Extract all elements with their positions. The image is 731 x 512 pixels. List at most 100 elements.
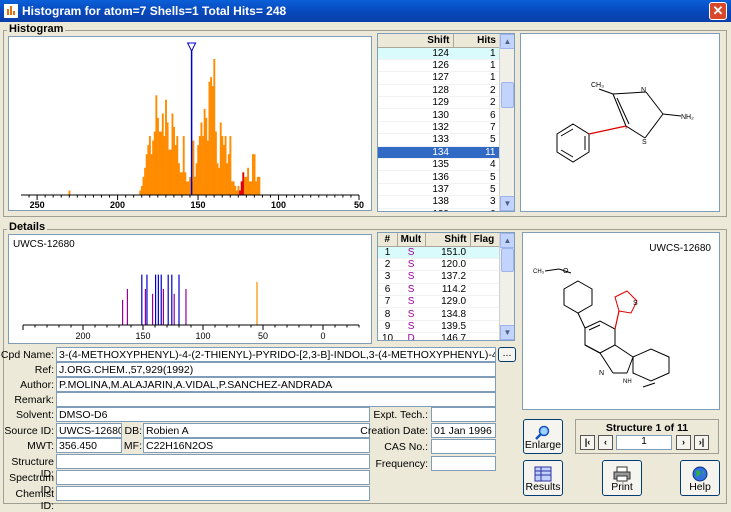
table-row[interactable]: 9 S 139.5 [378, 320, 500, 334]
flag-cell [470, 246, 500, 259]
frequency-field[interactable] [431, 456, 496, 471]
table-row[interactable]: 135 4 [378, 158, 500, 172]
table-row[interactable]: 1 S 151.0 [378, 246, 500, 259]
results-grid-icon [534, 466, 552, 482]
expt-tech-field[interactable] [431, 407, 496, 422]
solvent-field[interactable]: DMSO-D6 [56, 407, 370, 422]
mf-label: MF: [123, 440, 142, 452]
table-row[interactable]: 136 5 [378, 170, 500, 184]
help-button[interactable]: Help [680, 460, 720, 496]
num-cell: 3 [378, 270, 398, 284]
shift-table-scrollbar[interactable]: ▲ ▼ [499, 34, 514, 211]
scroll-thumb[interactable] [501, 82, 514, 108]
close-button[interactable]: ✕ [709, 2, 727, 20]
cas-field[interactable] [431, 439, 496, 454]
table-row[interactable]: 2 S 120.0 [378, 258, 500, 272]
cpd-name-label: Cpd Name: [0, 349, 54, 361]
cpd-name-field[interactable]: 3-(4-METHOXYPHENYL)-4-(2-THIENYL)-PYRIDO… [56, 347, 496, 362]
table-row[interactable]: 127 1 [378, 71, 500, 85]
pyridoindole-structure-drawing: CH₃ O S N NH [533, 268, 670, 388]
creation-date-field[interactable]: 01 Jan 1996 [431, 423, 496, 438]
details-table[interactable]: # Mult Shift Flag 1 S 151.0 2 S 120.0 3 S 137.2 6… [377, 232, 515, 341]
table-row[interactable]: 124 1 [378, 47, 500, 60]
table-row[interactable]: 3 S 137.2 [378, 270, 500, 284]
frequency-label: Frequency: [375, 458, 428, 470]
table-row[interactable]: 7 S 129.0 [378, 295, 500, 309]
results-button[interactable]: Results [523, 460, 563, 496]
table-row[interactable]: 10 D 146.7 [378, 332, 500, 340]
print-button[interactable]: Print [602, 460, 642, 496]
source-id-field[interactable]: UWCS-12680 [56, 423, 122, 438]
ref-field[interactable]: J.ORG.CHEM.,57,929(1992) [56, 362, 496, 377]
detail-spectrum[interactable]: UWCS-12680 200 150 100 50 0 [8, 234, 372, 344]
table-row[interactable]: 8 S 134.8 [378, 307, 500, 321]
print-label: Print [611, 481, 633, 493]
structure-index-input[interactable]: 1 [616, 435, 672, 450]
shift-hits-table[interactable]: Shift Hits 124 1 126 1 127 1 128 2 129 2 130 6 132 7 1… [377, 33, 515, 212]
first-structure-button[interactable]: |‹ [580, 435, 595, 450]
shift-cell: 129 [378, 96, 453, 110]
detail-structure-panel: UWCS-12680 CH₃ O S N NH [522, 232, 720, 410]
table-row[interactable]: 137 5 [378, 183, 500, 197]
histogram-bar [68, 190, 71, 195]
prev-structure-button[interactable]: ‹ [598, 435, 613, 450]
shift-cell: 146.7 [425, 332, 471, 340]
table-row[interactable]: 130 6 [378, 108, 500, 122]
table-row[interactable]: 128 2 [378, 84, 500, 98]
shift-cell: 128 [378, 84, 453, 98]
histogram-label: Histogram [7, 23, 66, 35]
mwt-field[interactable]: 356.450 [56, 438, 122, 453]
cursor-marker-icon[interactable] [186, 42, 197, 53]
author-field[interactable]: P.MOLINA,M.ALAJARIN,A.VIDAL,P.SANCHEZ-AN… [56, 377, 496, 392]
table-row[interactable]: 126 1 [378, 59, 500, 73]
header-shift[interactable]: Shift [425, 233, 471, 247]
table-row[interactable]: 132 7 [378, 121, 500, 135]
globe-help-icon [692, 466, 708, 482]
header-num[interactable]: # [378, 233, 398, 247]
table-row[interactable]: 1396 [378, 208, 500, 211]
db-field[interactable]: Robien A [143, 423, 370, 438]
remark-field[interactable] [56, 392, 496, 407]
scroll-down-icon[interactable]: ▼ [500, 325, 514, 340]
spectrum-id-field[interactable] [56, 470, 370, 485]
mf-field[interactable]: C22H16N2OS [143, 438, 370, 453]
scroll-thumb[interactable] [501, 248, 514, 272]
hits-cell: 5 [453, 183, 500, 197]
x-tick-label: 250 [30, 200, 45, 210]
header-mult[interactable]: Mult [397, 233, 426, 247]
next-structure-button[interactable]: › [676, 435, 691, 450]
last-structure-button[interactable]: ›| [694, 435, 709, 450]
cpd-name-more-button[interactable]: ... [498, 347, 516, 362]
structure-id-field[interactable] [56, 454, 370, 469]
first-icon: |‹ [584, 437, 591, 447]
mult-cell: S [397, 283, 426, 297]
histogram-chart[interactable]: 250 200 150 100 50 [8, 36, 372, 211]
table-row[interactable]: 134 11 [378, 146, 500, 160]
svg-text:O: O [563, 268, 569, 275]
window-title: Histogram for atom=7 Shells=1 Total Hits… [22, 4, 287, 18]
shift-cell: 126 [378, 59, 453, 73]
scroll-up-icon[interactable]: ▲ [500, 233, 514, 248]
shift-cell: 134.8 [425, 307, 471, 321]
next-icon: › [682, 437, 685, 447]
table-row[interactable]: 6 S 114.2 [378, 283, 500, 297]
hits-cell: 4 [453, 158, 500, 172]
ref-label: Ref: [34, 364, 54, 376]
header-hits[interactable]: Hits [453, 34, 500, 48]
details-table-scrollbar[interactable]: ▲ ▼ [499, 233, 514, 340]
table-row[interactable]: 138 3 [378, 195, 500, 209]
enlarge-button[interactable]: Enlarge [523, 419, 563, 454]
shift-cell: 136 [378, 170, 453, 184]
mult-cell: S [397, 258, 426, 272]
table-row[interactable]: 129 2 [378, 96, 500, 110]
x-tick-label: 100 [271, 200, 286, 210]
svg-text:NH: NH [623, 379, 632, 385]
scroll-up-icon[interactable]: ▲ [500, 34, 514, 49]
header-shift[interactable]: Shift [378, 34, 454, 48]
chemist-id-field[interactable] [56, 486, 370, 501]
header-flag[interactable]: Flag [470, 233, 501, 247]
table-row[interactable]: 133 5 [378, 133, 500, 147]
hits-cell: 6 [453, 108, 500, 122]
num-cell: 1 [378, 246, 398, 259]
scroll-down-icon[interactable]: ▼ [500, 196, 514, 211]
